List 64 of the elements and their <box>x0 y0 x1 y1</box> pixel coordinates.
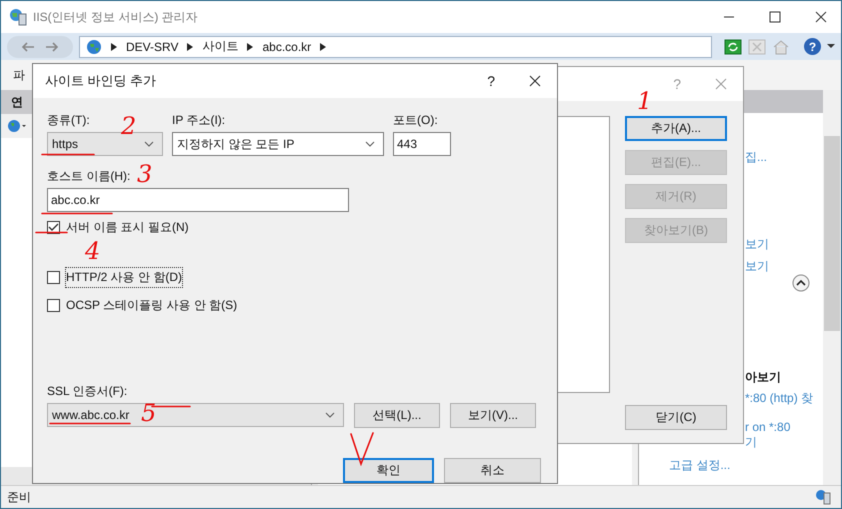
annotation-underline <box>41 212 113 215</box>
checkbox-label[interactable]: HTTP/2 사용 안 함(D) <box>66 268 182 287</box>
port-field[interactable]: 443 <box>393 132 451 156</box>
host-name-field[interactable]: abc.co.kr <box>47 188 349 212</box>
maximize-icon[interactable] <box>769 11 781 23</box>
check-mark-annotation <box>350 432 375 466</box>
checkbox-label[interactable]: OCSP 스테이플링 사용 안 함(S) <box>66 296 238 315</box>
breadcrumb-arrow-icon <box>247 42 254 50</box>
chevron-down-icon <box>365 141 375 147</box>
checkbox[interactable] <box>47 271 60 284</box>
dialog-title: 사이트 바인딩 추가 <box>45 72 156 90</box>
globe-icon <box>86 38 102 54</box>
annotation-underline <box>41 153 95 156</box>
breadcrumb-arrow-icon <box>111 42 117 50</box>
annotation-number: 5 <box>141 401 156 425</box>
help-button[interactable]: ? <box>487 73 495 89</box>
certificate-button[interactable]: 선택(L)... <box>354 403 440 428</box>
section-heading: 아보기 <box>745 369 781 386</box>
address-field[interactable]: DEV-SRV 사이트 abc.co.kr <box>79 36 712 58</box>
close-icon[interactable] <box>529 75 541 87</box>
caret-icon[interactable] <box>827 44 835 49</box>
breadcrumb-arrow-icon <box>320 42 326 50</box>
action-link[interactable]: r on *:80 <box>745 420 790 434</box>
annotation-number: 4 <box>85 239 100 263</box>
help-button[interactable]: ? <box>804 38 821 55</box>
field-label: SSL 인증서(F): <box>47 383 128 400</box>
field-label: 종류(T): <box>47 112 90 129</box>
field-label: IP 주소(I): <box>172 112 226 129</box>
certificate-button[interactable]: 보기(V)... <box>450 403 536 428</box>
dialog-button[interactable]: 추가(A)... <box>625 116 727 141</box>
field-label: 호스트 이름(H): <box>47 168 130 185</box>
action-link[interactable]: 고급 설정... <box>669 457 730 474</box>
breadcrumb-arrow-icon <box>187 42 194 50</box>
action-link[interactable]: *:80 (http) 찾 <box>745 390 814 407</box>
checkbox[interactable] <box>47 299 60 312</box>
breadcrumb-item[interactable]: abc.co.kr <box>262 40 312 54</box>
status-text: 준비 <box>7 488 31 506</box>
action-link[interactable]: 보기 <box>745 258 769 275</box>
chevron-down-icon <box>325 412 335 418</box>
globe-icon[interactable] <box>7 118 27 134</box>
panel-title: 연 <box>11 94 23 110</box>
checkbox-label[interactable]: 서버 이름 표시 필요(N) <box>66 218 189 237</box>
annotation-number: 3 <box>137 162 152 186</box>
chevron-down-icon <box>144 141 154 147</box>
dialog-button[interactable]: 확인 <box>343 458 434 483</box>
close-icon[interactable] <box>815 11 827 23</box>
server-globe-icon <box>9 8 27 26</box>
scrollbar-thumb[interactable] <box>824 136 840 331</box>
field-label: 포트(O): <box>393 112 438 129</box>
annotation-number: 1 <box>637 89 652 113</box>
action-link[interactable]: 기 <box>745 434 757 451</box>
action-link[interactable]: 보기 <box>745 236 769 253</box>
breadcrumb-item[interactable]: 사이트 <box>202 38 238 55</box>
back-forward-control[interactable] <box>7 36 73 58</box>
close-button[interactable]: 닫기(C) <box>625 405 727 430</box>
refresh-icon[interactable] <box>724 38 742 54</box>
window-title: IIS(인터넷 정보 서비스) 관리자 <box>33 8 198 26</box>
ip-address-dropdown[interactable]: 지정하지 않은 모든 IP <box>172 132 384 156</box>
collapse-icon[interactable] <box>792 274 810 292</box>
action-link[interactable]: 집... <box>745 149 768 166</box>
annotation-underline <box>35 231 68 234</box>
dialog-button[interactable]: 취소 <box>444 458 541 483</box>
menu-item[interactable]: 파 <box>13 66 25 84</box>
breadcrumb-item[interactable]: DEV-SRV <box>126 40 178 54</box>
